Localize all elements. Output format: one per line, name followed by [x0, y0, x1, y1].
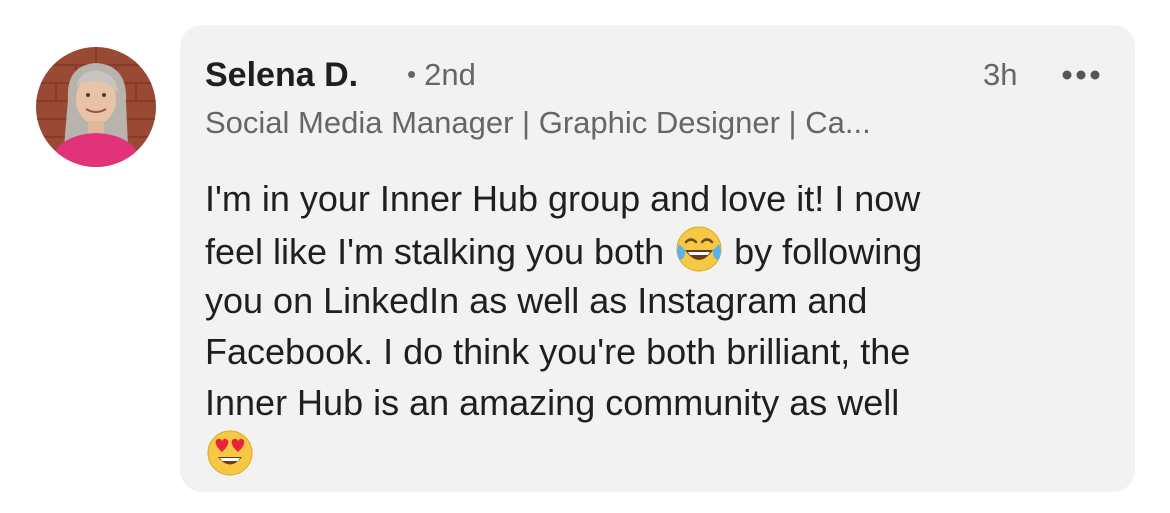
comment-line: Facebook. I do think you're both brillia…: [205, 331, 911, 372]
connection-degree: • 2nd: [407, 55, 476, 96]
avatar-photo: [36, 47, 156, 167]
author-headline[interactable]: Social Media Manager | Graphic Designer …: [205, 103, 1085, 143]
comment-header: Selena D. • 2nd 3h: [205, 55, 1105, 99]
comment-line: Inner Hub is an amazing community as wel…: [205, 382, 900, 423]
avatar[interactable]: [36, 47, 156, 167]
comment-line: feel like I'm stalking you both by follo…: [205, 224, 1115, 275]
comment-line-segment: feel like I'm stalking you both: [205, 231, 665, 272]
heart-eyes-emoji-icon: [207, 430, 253, 476]
comment-line: you on LinkedIn as well as Instagram and: [205, 280, 868, 321]
degree-label: 2nd: [424, 57, 476, 92]
comment-text: I'm in your Inner Hub group and love it!…: [205, 173, 1115, 479]
comment-time: 3h: [983, 57, 1018, 92]
comment-line-segment: by following: [734, 231, 923, 272]
comment-line: I'm in your Inner Hub group and love it!…: [205, 178, 921, 219]
comment-line: [205, 428, 1115, 479]
comment-bubble: Selena D. • 2nd 3h Social Media Manager |…: [180, 25, 1135, 492]
joy-emoji-icon: [676, 226, 722, 272]
more-horizontal-icon[interactable]: [1061, 69, 1101, 81]
author-name[interactable]: Selena D.: [205, 55, 358, 95]
separator-dot: •: [407, 59, 417, 89]
